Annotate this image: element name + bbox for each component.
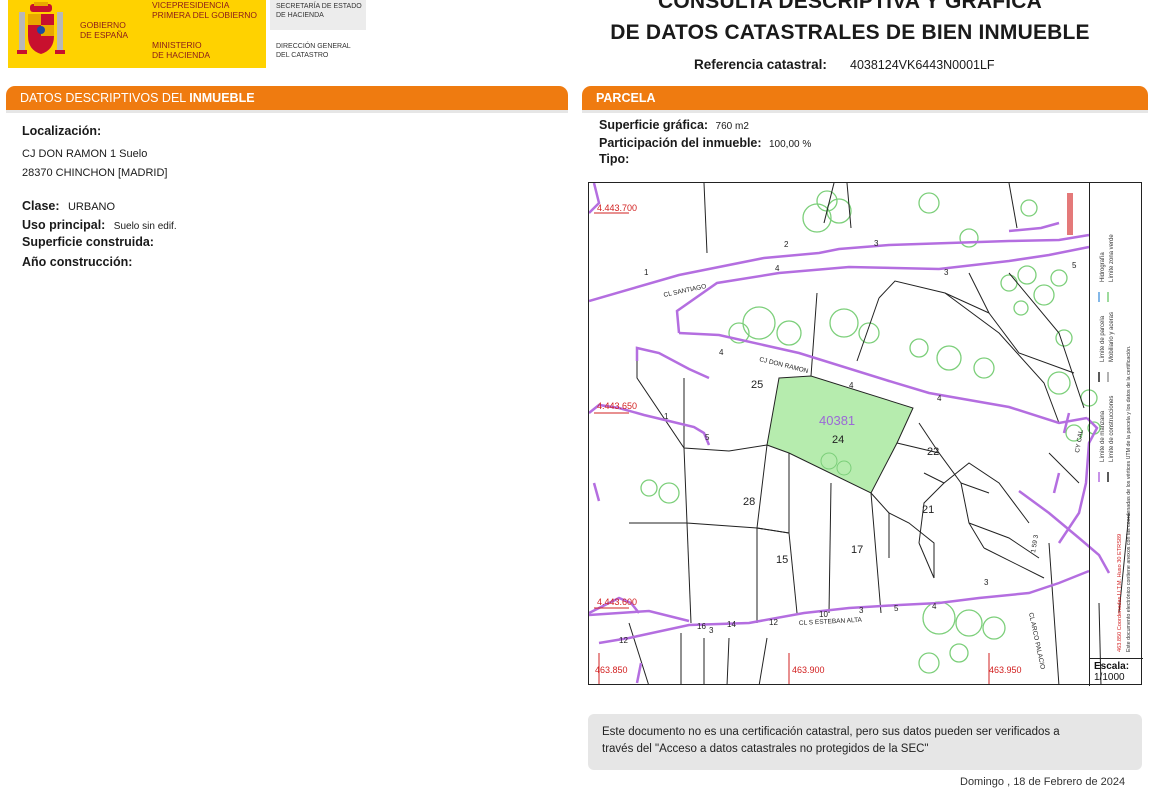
segment-number: 3 xyxy=(874,239,879,248)
legend-item: Límite zona verde xyxy=(1109,234,1115,282)
street-label: CL S ESTEBAN ALTA xyxy=(799,617,863,627)
plot-number: 25 xyxy=(751,379,763,391)
segment-number: 4 xyxy=(932,602,937,611)
segment-number: 1 xyxy=(644,268,649,277)
legend-item: Límite de construcciones xyxy=(1109,396,1115,462)
legend-note: Este documento electrónico contiene anex… xyxy=(1126,345,1132,652)
scale-label: Escala: xyxy=(1094,661,1130,672)
datos-descriptivos-header: DATOS DESCRIPTIVOS DEL INMUEBLE xyxy=(6,86,568,110)
plot-number: 22 xyxy=(927,446,939,458)
participacion-value: 100,00 % xyxy=(769,139,812,150)
street-label: 1 59 3 xyxy=(1030,534,1040,553)
segment-number: 12 xyxy=(619,636,628,645)
legend-item: Límite de manzana xyxy=(1100,410,1106,462)
segment-number: 3 xyxy=(944,268,949,277)
plot-number: 21 xyxy=(922,504,934,516)
disclaimer-line: través del "Acceso a datos catastrales n… xyxy=(602,743,929,755)
street-label: CJ DON RAMON xyxy=(759,356,810,375)
legend-item: Mobiliario y aceras xyxy=(1109,312,1115,362)
coord-x1: 463.850 xyxy=(595,665,628,675)
section-divider xyxy=(6,110,568,113)
superficie-grafica-value: 760 m2 xyxy=(715,121,749,132)
map-legend-drawing: Límite de manzana Límite de parcela Hidr… xyxy=(1098,234,1132,652)
segment-number: 12 xyxy=(769,618,778,627)
coord-x3: 463.950 xyxy=(989,665,1022,675)
coat-of-arms-icon xyxy=(17,2,65,54)
disclaimer-line: Este documento no es una certificación c… xyxy=(602,726,1060,738)
uso-row: Uso principal: Suelo sin edif. xyxy=(22,216,177,234)
segment-number: 3 xyxy=(709,626,714,635)
section-divider xyxy=(582,110,1148,113)
participacion-row: Participación del inmueble: 100,00 % xyxy=(599,134,811,152)
segment-number: 5 xyxy=(705,433,710,442)
coord-y1: 4.443.700 xyxy=(597,203,637,213)
legend-item: Límite de parcela xyxy=(1100,315,1106,362)
ministerio-text: MINISTERIO DE HACIENDA xyxy=(152,40,211,60)
segment-number: 1 xyxy=(664,412,669,421)
localizacion-label: Localización: xyxy=(22,124,102,138)
segment-number: 3 xyxy=(859,606,864,615)
section-title-a: DATOS DESCRIPTIVOS DEL xyxy=(20,91,190,105)
cadastral-map: 4.443.700 4.443.650 4.443.600 463.850 46… xyxy=(588,182,1142,685)
scale-box: Escala: 1/1000 xyxy=(1089,658,1143,686)
segment-number: 16 xyxy=(697,622,706,631)
superficie-grafica-label: Superficie gráfica: xyxy=(599,118,709,132)
segment-number: 2 xyxy=(784,240,789,249)
parcela-title: PARCELA xyxy=(596,91,656,105)
plot-number: 28 xyxy=(743,496,755,508)
coord-y2: 4.443.650 xyxy=(597,401,637,411)
address-line2: 28370 CHINCHON [MADRID] xyxy=(22,167,168,179)
participacion-label: Participación del inmueble: xyxy=(599,136,762,150)
clase-value: URBANO xyxy=(67,201,116,213)
superficie-grafica-row: Superficie gráfica: 760 m2 xyxy=(599,116,749,134)
disclaimer-text: Este documento no es una certificación c… xyxy=(602,724,1122,758)
parcel-ref-label: 40381 xyxy=(819,413,855,428)
section-title-b: INMUEBLE xyxy=(189,91,255,105)
segment-number: 4 xyxy=(775,264,780,273)
segment-number: 4 xyxy=(849,381,854,390)
segment-number: 5 xyxy=(1072,261,1077,270)
uso-value: Suelo sin edif. xyxy=(113,221,177,232)
segment-number: 4 xyxy=(937,394,942,403)
street-label: CL ARCO PALACIO xyxy=(1027,612,1046,670)
page-title-line1: CONSULTA DESCRIPTIVA Y GRÁFICA xyxy=(657,0,1043,13)
page-title-line2: DE DATOS CATASTRALES DE BIEN INMUEBLE xyxy=(610,21,1090,44)
cadastral-map-drawing: 4.443.700 4.443.650 4.443.600 463.850 46… xyxy=(589,183,1130,684)
clase-label: Clase: xyxy=(22,199,60,213)
uso-label: Uso principal: xyxy=(22,218,106,232)
plot-number: 15 xyxy=(776,554,788,566)
clase-row: Clase: URBANO xyxy=(22,197,115,215)
coord-y3: 4.443.600 xyxy=(597,597,637,607)
segment-number: 4 xyxy=(719,348,724,357)
referencia-value: 4038124VK6443N0001LF xyxy=(850,58,995,72)
parcel-number-label: 24 xyxy=(832,434,844,446)
marker-bar xyxy=(1067,193,1073,235)
street-label: CL SANTIAGO xyxy=(663,283,707,299)
segment-number: 5 xyxy=(894,604,899,613)
address-line1: CJ DON RAMON 1 Suelo xyxy=(22,148,148,160)
document-date: Domingo , 18 de Febrero de 2024 xyxy=(960,776,1126,788)
scale-value: 1/1000 xyxy=(1094,672,1125,683)
coord-x2: 463.900 xyxy=(792,665,825,675)
direccion-general-text: DIRECCIÓN GENERAL DEL CATASTRO xyxy=(276,43,351,59)
plot-number: 17 xyxy=(851,544,863,556)
gobierno-text: GOBIERNO DE ESPAÑA xyxy=(80,20,129,40)
legend-item: Hidrografía xyxy=(1100,252,1106,282)
legend-coords: 463.850 Coordenadas U.T.M. Huso 30 ETRS8… xyxy=(1117,534,1123,652)
street-label: CY CAL xyxy=(1074,429,1085,454)
segment-number: 3 xyxy=(984,578,989,587)
anio-construccion-label: Año construcción: xyxy=(22,255,133,269)
vicepresidencia-text: VICEPRESIDENCIA PRIMERA DEL GOBIERNO xyxy=(152,0,258,20)
segment-number: 14 xyxy=(727,620,736,629)
tipo-label: Tipo: xyxy=(599,152,630,166)
referencia-label: Referencia catastral: xyxy=(694,57,827,72)
superficie-construida-label: Superficie construida: xyxy=(22,235,154,249)
map-legend: Límite de manzana Límite de parcela Hidr… xyxy=(1089,182,1143,658)
secretaria-text: SECRETARÍA DE ESTADO DE HACIENDA xyxy=(276,3,362,19)
parcela-header: PARCELA xyxy=(582,86,1148,110)
